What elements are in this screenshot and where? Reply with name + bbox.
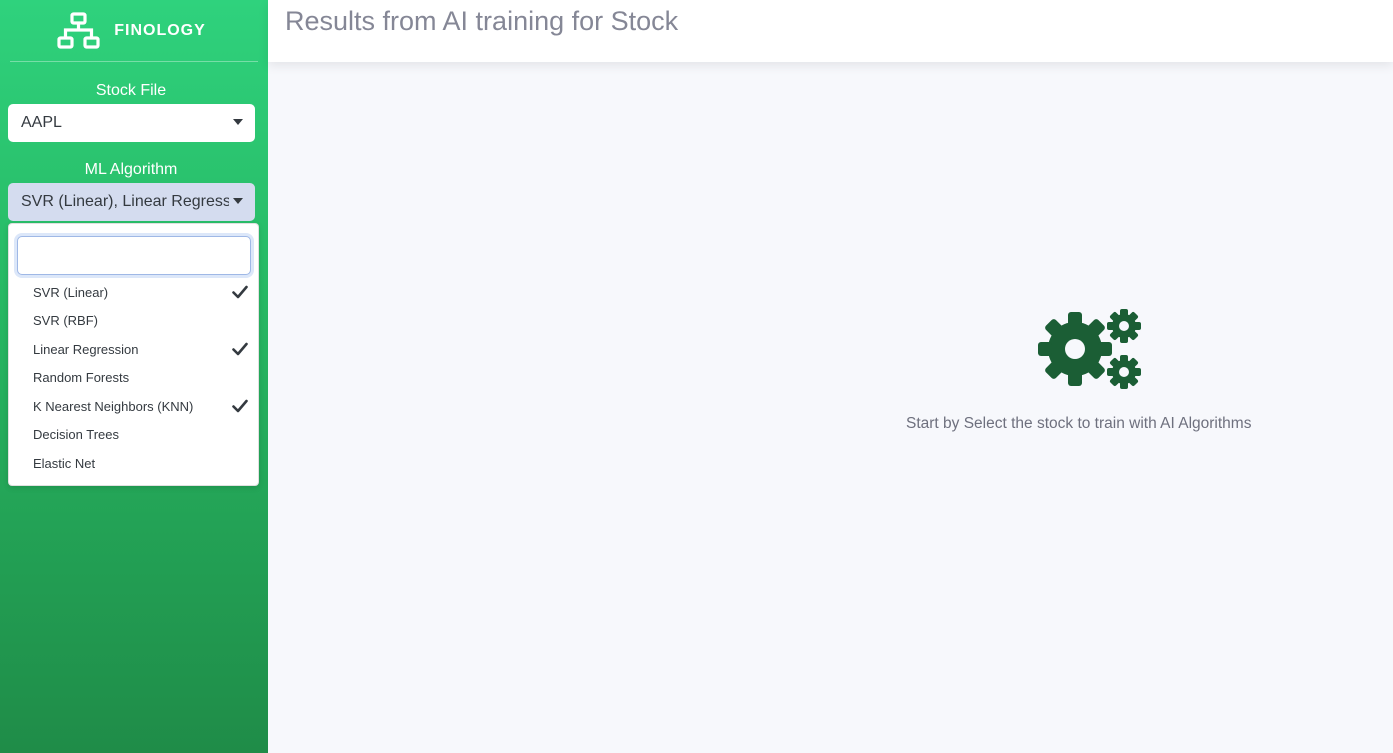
dropdown-option-label: Linear Regression bbox=[33, 341, 139, 357]
stock-file-label: Stock File bbox=[95, 82, 167, 99]
dropdown-option-label: K Nearest Neighbors (KNN) bbox=[33, 398, 194, 414]
brand[interactable]: FINOLOGY bbox=[10, 0, 258, 62]
dropdown-options: SVR (Linear) SVR (RBF) Linear Regression Ra… bbox=[9, 278, 258, 478]
checkmark-icon bbox=[232, 285, 248, 299]
dropdown-option-label: Random Forests bbox=[33, 370, 130, 386]
dropdown-option-label: SVR (RBF) bbox=[33, 313, 98, 329]
dropdown-option[interactable]: Decision Trees bbox=[9, 421, 258, 450]
stock-file-value: AAPL bbox=[21, 114, 62, 131]
topbar: Results from AI training for Stock bbox=[268, 0, 1393, 62]
dropdown-option[interactable]: Elastic Net bbox=[9, 449, 258, 478]
chevron-down-icon bbox=[233, 198, 243, 204]
chevron-down-icon bbox=[233, 119, 243, 125]
dropdown-option-label: SVR (Linear) bbox=[33, 284, 109, 300]
dropdown-option-label: Decision Trees bbox=[33, 427, 119, 443]
empty-state-message: Start by Select the stock to train with … bbox=[906, 415, 1252, 432]
ml-algorithm-label: ML Algorithm bbox=[84, 161, 178, 178]
brand-name: FINOLOGY bbox=[114, 21, 206, 39]
sitemap-icon bbox=[57, 11, 100, 49]
page-title: Results from AI training for Stock bbox=[285, 6, 679, 36]
checkmark-icon bbox=[232, 399, 248, 413]
dropdown-search-input[interactable] bbox=[17, 236, 251, 275]
dropdown-option[interactable]: K Nearest Neighbors (KNN) bbox=[9, 392, 258, 421]
dropdown-option[interactable]: Random Forests bbox=[9, 364, 258, 393]
dropdown-option-label: Elastic Net bbox=[33, 455, 96, 471]
dropdown-option[interactable]: SVR (Linear) bbox=[9, 278, 258, 307]
dropdown-option[interactable]: SVR (RBF) bbox=[9, 307, 258, 336]
ml-algorithm-select[interactable]: SVR (Linear), Linear Regressi bbox=[8, 183, 255, 221]
gears-icon bbox=[1038, 309, 1141, 389]
ml-algorithm-dropdown: SVR (Linear) SVR (RBF) Linear Regression Ra… bbox=[8, 223, 259, 486]
stock-file-select[interactable]: AAPL bbox=[8, 104, 255, 142]
ml-algorithm-value: SVR (Linear), Linear Regressi bbox=[21, 193, 229, 210]
dropdown-option[interactable]: Linear Regression bbox=[9, 335, 258, 364]
checkmark-icon bbox=[232, 342, 248, 356]
